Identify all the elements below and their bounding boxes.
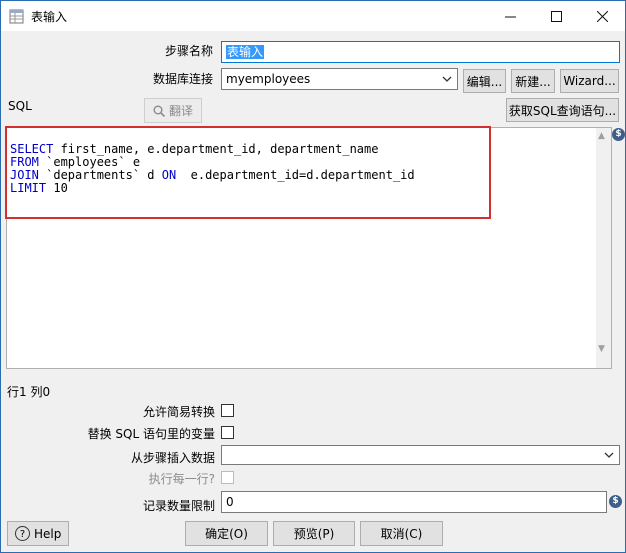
scroll-down-icon[interactable]: ▼	[598, 344, 605, 354]
limit-input[interactable]: 0	[221, 491, 607, 513]
minimize-button[interactable]	[487, 1, 533, 31]
close-icon	[596, 10, 608, 22]
sql-code: SELECT first_name, e.department_id, depa…	[10, 130, 415, 221]
step-name-value: 表输入	[226, 45, 265, 59]
window-title: 表输入	[31, 10, 68, 24]
close-button[interactable]	[579, 1, 625, 31]
minimize-icon	[504, 16, 516, 17]
help-icon: ?	[15, 526, 30, 541]
new-connection-button[interactable]: 新建...	[511, 69, 555, 93]
step-name-label: 步骤名称	[164, 44, 213, 58]
insert-from-step-select[interactable]	[221, 445, 620, 465]
sql-editor[interactable]: SELECT first_name, e.department_id, depa…	[6, 127, 612, 369]
db-connection-value: myemployees	[226, 72, 311, 86]
execute-each-row-checkbox[interactable]	[221, 471, 234, 484]
get-sql-button[interactable]: 获取SQL查询语句...	[506, 98, 619, 122]
chevron-down-icon	[604, 452, 614, 458]
insert-from-step-label: 从步骤插入数据	[130, 451, 215, 465]
chevron-down-icon	[442, 76, 452, 82]
search-icon	[153, 105, 165, 117]
translate-button[interactable]: 翻译	[144, 98, 202, 123]
limit-value: 0	[226, 495, 234, 509]
help-label: Help	[34, 526, 62, 541]
scroll-up-icon[interactable]: ▲	[598, 131, 605, 141]
execute-each-row-label: 执行每一行?	[148, 472, 215, 486]
replace-vars-checkbox[interactable]	[221, 426, 234, 439]
lazy-conversion-label: 允许简易转换	[142, 405, 215, 419]
variable-icon: $	[612, 128, 625, 141]
lazy-conversion-checkbox[interactable]	[221, 404, 234, 417]
wizard-button[interactable]: Wizard...	[560, 69, 619, 93]
cursor-position: 行1 列0	[7, 385, 51, 399]
cancel-button[interactable]: 取消(C)	[360, 521, 443, 546]
preview-button[interactable]: 预览(P)	[273, 521, 355, 546]
db-connection-label: 数据库连接	[152, 72, 213, 86]
sql-line: LIMIT 10	[10, 181, 68, 195]
variable-icon: $	[609, 495, 622, 508]
ok-button[interactable]: 确定(O)	[185, 521, 268, 546]
table-icon	[9, 9, 24, 24]
title-bar: 表输入	[1, 1, 625, 31]
db-connection-select[interactable]: myemployees	[221, 68, 458, 90]
replace-vars-label: 替换 SQL 语句里的变量	[87, 427, 215, 441]
help-button[interactable]: ? Help	[7, 521, 69, 546]
step-name-input[interactable]: 表输入	[221, 41, 620, 63]
table-input-dialog: 表输入 步骤名称 表输入 数据库连接 myemployees 编辑... 新建.…	[0, 0, 626, 553]
limit-label: 记录数量限制	[142, 499, 215, 513]
maximize-icon	[550, 10, 562, 22]
sql-line: JOIN `departments` d ON e.department_id=…	[10, 168, 415, 182]
edit-connection-button[interactable]: 编辑...	[463, 69, 506, 93]
sql-label: SQL	[8, 99, 32, 113]
maximize-button[interactable]	[533, 1, 579, 31]
sql-vertical-scrollbar[interactable]: ▲ ▼	[596, 128, 611, 368]
translate-label: 翻译	[168, 104, 193, 118]
